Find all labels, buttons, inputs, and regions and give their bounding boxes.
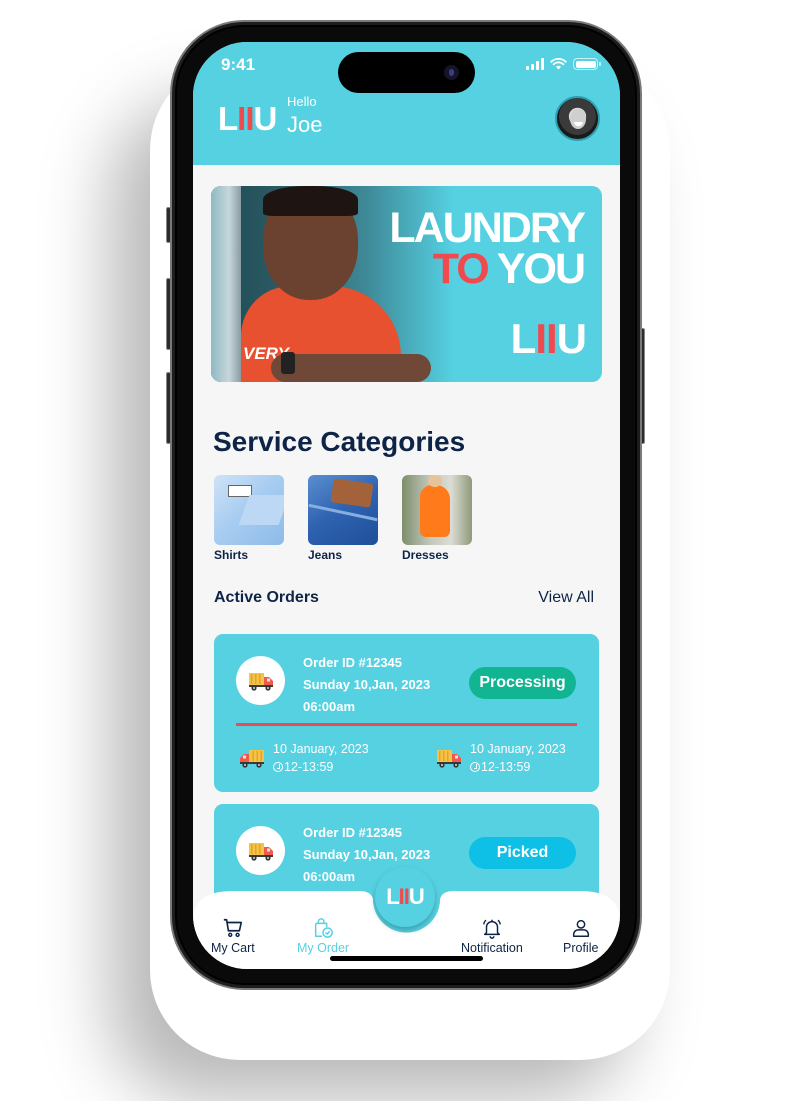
delivery-truck-icon bbox=[240, 750, 264, 768]
bottom-navigation: L II U My Cart My Order Notification Pro… bbox=[193, 867, 620, 969]
banner-headline-accent: TO bbox=[432, 244, 490, 293]
banner-watch bbox=[281, 352, 295, 374]
logo-letter-u: U bbox=[253, 100, 278, 137]
category-jeans[interactable]: Jeans bbox=[308, 475, 378, 562]
nav-label: My Order bbox=[297, 941, 350, 955]
avatar-face bbox=[570, 109, 586, 129]
delivery-truck-icon bbox=[437, 750, 461, 768]
cart-icon bbox=[223, 918, 242, 938]
nav-label: My Cart bbox=[211, 941, 255, 955]
delivery-milestone: 10 January, 2023 12-13:59 bbox=[436, 740, 566, 776]
clock-icon bbox=[273, 762, 283, 772]
dynamic-island bbox=[338, 52, 475, 93]
delivery-time: 12-13:59 bbox=[481, 760, 531, 774]
banner-person-hair bbox=[263, 186, 358, 216]
shopping-bag-check-icon bbox=[314, 918, 333, 938]
nav-item-my-cart[interactable]: My Cart bbox=[211, 917, 255, 955]
logo-letter-u: U bbox=[556, 315, 587, 362]
app-screen: 9:41 L II U Hello Joe VERY LAUNDRY TO YO… bbox=[193, 42, 620, 969]
order-id: Order ID #12345 bbox=[303, 655, 403, 670]
logo-letter-u: U bbox=[408, 884, 425, 909]
front-camera-icon bbox=[444, 65, 459, 80]
category-label: Jeans bbox=[308, 548, 343, 562]
logo-letter-ii: II bbox=[237, 100, 254, 137]
logo-letter-l: L bbox=[510, 315, 537, 362]
cellular-signal-icon bbox=[526, 58, 544, 70]
dresses-thumbnail bbox=[402, 475, 472, 545]
logo-letter-ii: II bbox=[398, 884, 410, 909]
category-list: Shirts Jeans Dresses bbox=[214, 475, 472, 562]
user-icon bbox=[572, 919, 589, 937]
nav-label: Notification bbox=[461, 941, 523, 955]
category-label: Shirts bbox=[214, 548, 249, 562]
nav-item-my-order[interactable]: My Order bbox=[297, 917, 349, 955]
order-card[interactable]: Order ID #12345 Sunday 10,Jan, 2023 06:0… bbox=[214, 634, 599, 792]
avatar[interactable] bbox=[555, 96, 600, 141]
active-orders-title: Active Orders bbox=[214, 589, 319, 606]
home-fab-button[interactable]: L II U bbox=[375, 867, 435, 927]
nav-item-notification[interactable]: Notification bbox=[461, 917, 523, 955]
service-categories-title: Service Categories bbox=[213, 426, 466, 457]
app-header: 9:41 L II U Hello Joe bbox=[193, 42, 620, 165]
delivery-truck-icon bbox=[248, 672, 273, 691]
jeans-thumbnail bbox=[308, 475, 378, 545]
banner-headline: LAUNDRY TO YOU bbox=[389, 204, 586, 293]
order-date: Sunday 10,Jan, 2023 bbox=[303, 847, 431, 862]
banner-person-arm bbox=[271, 354, 431, 382]
greeting-text: Hello bbox=[287, 94, 317, 109]
status-icons bbox=[526, 58, 601, 70]
promo-banner[interactable]: VERY LAUNDRY TO YOU L II U bbox=[211, 186, 602, 382]
logo-letter-l: L bbox=[218, 100, 238, 137]
status-badge: Picked bbox=[469, 837, 576, 869]
delivery-date: 10 January, 2023 bbox=[470, 742, 566, 756]
wifi-icon bbox=[550, 58, 567, 70]
nav-item-profile[interactable]: Profile bbox=[563, 917, 598, 955]
logo-letter-ii: II bbox=[535, 315, 557, 362]
banner-window-frame bbox=[211, 186, 241, 382]
user-name: Joe bbox=[287, 112, 323, 137]
order-icon-circle bbox=[236, 656, 285, 705]
pickup-time: 12-13:59 bbox=[284, 760, 334, 774]
view-all-link[interactable]: View All bbox=[538, 589, 594, 607]
bell-icon bbox=[482, 919, 501, 939]
category-dresses[interactable]: Dresses bbox=[402, 475, 472, 562]
order-icon-circle bbox=[236, 826, 285, 875]
logo-letter-l: L bbox=[386, 884, 399, 909]
clock-icon bbox=[470, 762, 480, 772]
fab-logo: L II U bbox=[386, 884, 425, 909]
shirts-thumbnail bbox=[214, 475, 284, 545]
app-logo: L II U bbox=[218, 100, 278, 137]
banner-headline-line1: LAUNDRY bbox=[389, 204, 586, 252]
order-info: Order ID #12345 Sunday 10,Jan, 2023 06:0… bbox=[303, 652, 430, 718]
category-label: Dresses bbox=[402, 548, 449, 562]
status-time: 9:41 bbox=[221, 55, 256, 74]
order-date: Sunday 10,Jan, 2023 bbox=[303, 677, 431, 692]
category-shirts[interactable]: Shirts bbox=[214, 475, 284, 562]
pickup-date: 10 January, 2023 bbox=[273, 742, 369, 756]
nav-label: Profile bbox=[563, 941, 599, 955]
delivery-truck-icon bbox=[248, 842, 273, 861]
order-progress-divider bbox=[236, 723, 577, 726]
banner-headline-rest: YOU bbox=[487, 244, 586, 293]
banner-logo: L II U bbox=[510, 315, 587, 362]
home-indicator[interactable] bbox=[330, 956, 483, 961]
order-time: 06:00am bbox=[303, 699, 356, 714]
battery-icon bbox=[573, 58, 601, 70]
pickup-milestone: 10 January, 2023 12-13:59 bbox=[239, 740, 369, 776]
status-badge: Processing bbox=[469, 667, 576, 699]
order-id: Order ID #12345 bbox=[303, 825, 403, 840]
